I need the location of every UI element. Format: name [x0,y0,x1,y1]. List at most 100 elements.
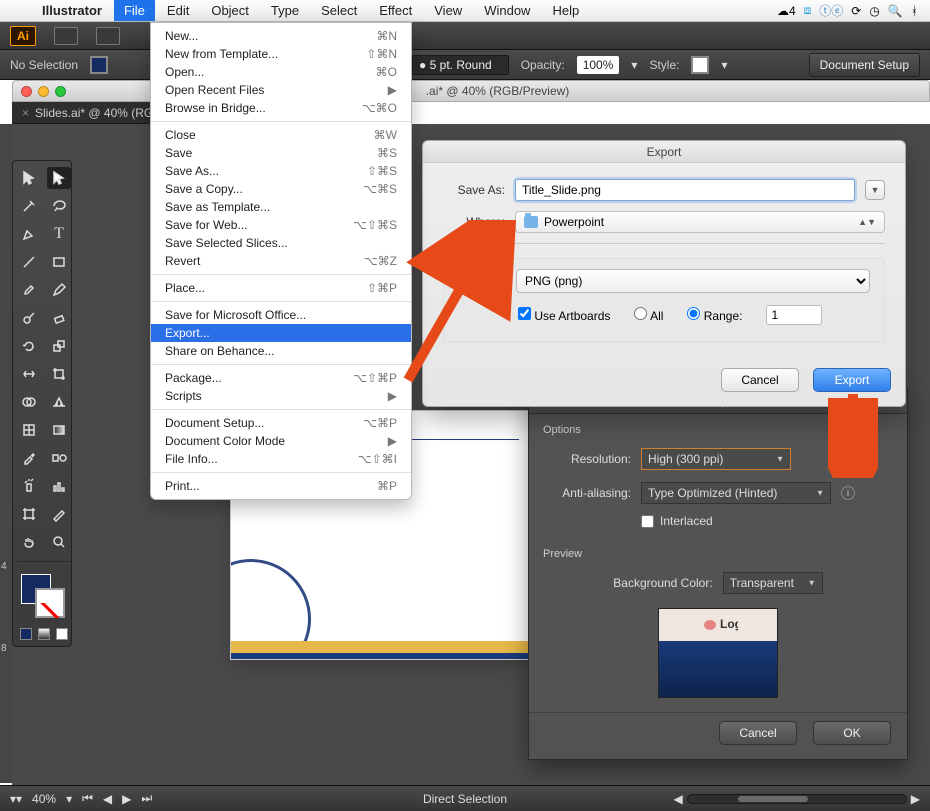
perspective-grid-tool-icon[interactable] [47,391,71,413]
blend-tool-icon[interactable] [47,447,71,469]
file-menu-item[interactable]: Save a Copy...⌥⌘S [151,180,411,198]
info-icon[interactable]: i [841,486,855,500]
menu-edit[interactable]: Edit [157,0,199,21]
use-artboards-checkbox[interactable]: Use Artboards [518,307,610,323]
style-dropdown-icon[interactable]: ▾ [721,58,727,72]
anti-aliasing-dropdown[interactable]: Type Optimized (Hinted)▼ [641,482,831,504]
export-confirm-button[interactable]: Export [813,368,891,392]
shape-builder-tool-icon[interactable] [17,391,41,413]
file-menu-item[interactable]: Place...⇧⌘P [151,279,411,297]
color-mode-none-icon[interactable] [56,628,68,640]
file-menu-item[interactable]: File Info...⌥⇧⌘I [151,450,411,468]
file-menu-item[interactable]: Revert⌥⌘Z [151,252,411,270]
format-dropdown[interactable]: PNG (png) [516,269,870,293]
file-menu-item[interactable]: Scripts▶ [151,387,411,405]
zoom-tool-icon[interactable] [47,531,71,553]
file-menu-item[interactable]: Save for Web...⌥⇧⌘S [151,216,411,234]
stroke-preset-dropdown[interactable]: ● 5 pt. Round [412,55,509,75]
dropbox-icon[interactable]: ⧈ [804,3,812,18]
selection-tool-icon[interactable] [17,167,41,189]
hand-tool-icon[interactable] [17,531,41,553]
menu-help[interactable]: Help [542,0,589,21]
fill-stroke-control[interactable] [17,574,71,622]
fill-swatch[interactable] [90,56,108,74]
file-menu-item[interactable]: Save⌘S [151,144,411,162]
save-as-input[interactable] [515,179,855,201]
color-mode-gradient-icon[interactable] [38,628,50,640]
expand-dialog-icon[interactable]: ▼ [865,180,885,200]
width-tool-icon[interactable] [17,363,41,385]
where-dropdown[interactable]: Powerpoint ▲▼ [515,211,885,233]
style-swatch[interactable] [691,56,709,74]
interlaced-checkbox[interactable] [641,515,654,528]
file-menu-item[interactable]: Document Setup...⌥⌘P [151,414,411,432]
file-menu-item[interactable]: Share on Behance... [151,342,411,360]
scale-tool-icon[interactable] [47,335,71,357]
sync-icon[interactable]: ⟳ [851,4,861,18]
export-cancel-button[interactable]: Cancel [721,368,799,392]
menu-file[interactable]: File [114,0,155,21]
close-window-icon[interactable] [21,86,32,97]
eraser-tool-icon[interactable] [47,307,71,329]
minimize-window-icon[interactable] [38,86,49,97]
resolution-dropdown[interactable]: High (300 ppi)▼ [641,448,791,470]
file-menu-item[interactable]: Save Selected Slices... [151,234,411,252]
file-menu-item[interactable]: Browse in Bridge...⌥⌘O [151,99,411,117]
file-menu-item[interactable]: New...⌘N [151,27,411,45]
column-graph-tool-icon[interactable] [47,475,71,497]
stroke-color-icon[interactable] [35,588,65,618]
rectangle-tool-icon[interactable] [47,251,71,273]
bluetooth-icon[interactable]: ᚼ [911,4,918,18]
file-menu-item[interactable]: Package...⌥⇧⌘P [151,369,411,387]
range-radio[interactable]: Range: [687,307,742,323]
direct-selection-tool-icon[interactable] [47,167,71,189]
arrange-icon[interactable] [96,27,120,45]
eyedropper-tool-icon[interactable] [17,447,41,469]
color-mode-solid-icon[interactable] [20,628,32,640]
file-menu-item[interactable]: New from Template...⇧⌘N [151,45,411,63]
pen-tool-icon[interactable] [17,223,41,245]
line-tool-icon[interactable] [17,251,41,273]
all-radio[interactable]: All [634,307,663,323]
free-transform-tool-icon[interactable] [47,363,71,385]
opacity-input[interactable]: 100% [577,56,620,74]
rotate-tool-icon[interactable] [17,335,41,357]
horizontal-scrollbar[interactable] [687,794,907,804]
bridge-icon[interactable] [54,27,78,45]
file-menu-item[interactable]: Open...⌘O [151,63,411,81]
file-menu-item[interactable]: Close⌘W [151,126,411,144]
file-menu-item[interactable]: Export... [151,324,411,342]
opacity-dropdown-icon[interactable]: ▾ [631,58,637,72]
menu-view[interactable]: View [424,0,472,21]
document-setup-button[interactable]: Document Setup [809,53,920,77]
gradient-tool-icon[interactable] [47,419,71,441]
zoom-window-icon[interactable] [55,86,66,97]
file-menu-item[interactable]: Print...⌘P [151,477,411,495]
close-tab-icon[interactable]: × [22,106,29,120]
file-menu-item[interactable]: Open Recent Files▶ [151,81,411,99]
slice-tool-icon[interactable] [47,503,71,525]
menu-object[interactable]: Object [201,0,259,21]
file-menu-item[interactable]: Save As...⇧⌘S [151,162,411,180]
range-input[interactable] [766,305,822,325]
file-menu-item[interactable]: Document Color Mode▶ [151,432,411,450]
textexpander-icon[interactable]: ⓣⓔ [819,2,843,19]
apple-icon[interactable] [10,8,30,14]
menu-select[interactable]: Select [311,0,367,21]
magic-wand-tool-icon[interactable] [17,195,41,217]
png-ok-button[interactable]: OK [813,721,891,745]
timer-icon[interactable]: ◷ [869,4,879,18]
blob-brush-tool-icon[interactable] [17,307,41,329]
menu-window[interactable]: Window [474,0,540,21]
cloud-icon[interactable]: ☁︎4 [777,4,796,18]
mesh-tool-icon[interactable] [17,419,41,441]
type-tool-icon[interactable]: T [47,223,71,245]
file-menu-item[interactable]: Save for Microsoft Office... [151,306,411,324]
paintbrush-tool-icon[interactable] [17,279,41,301]
menu-effect[interactable]: Effect [369,0,422,21]
symbol-sprayer-tool-icon[interactable] [17,475,41,497]
bg-color-dropdown[interactable]: Transparent▼ [723,572,823,594]
search-icon[interactable]: 🔍 [888,4,903,18]
app-name-menu[interactable]: Illustrator [32,0,112,21]
menu-type[interactable]: Type [261,0,309,21]
